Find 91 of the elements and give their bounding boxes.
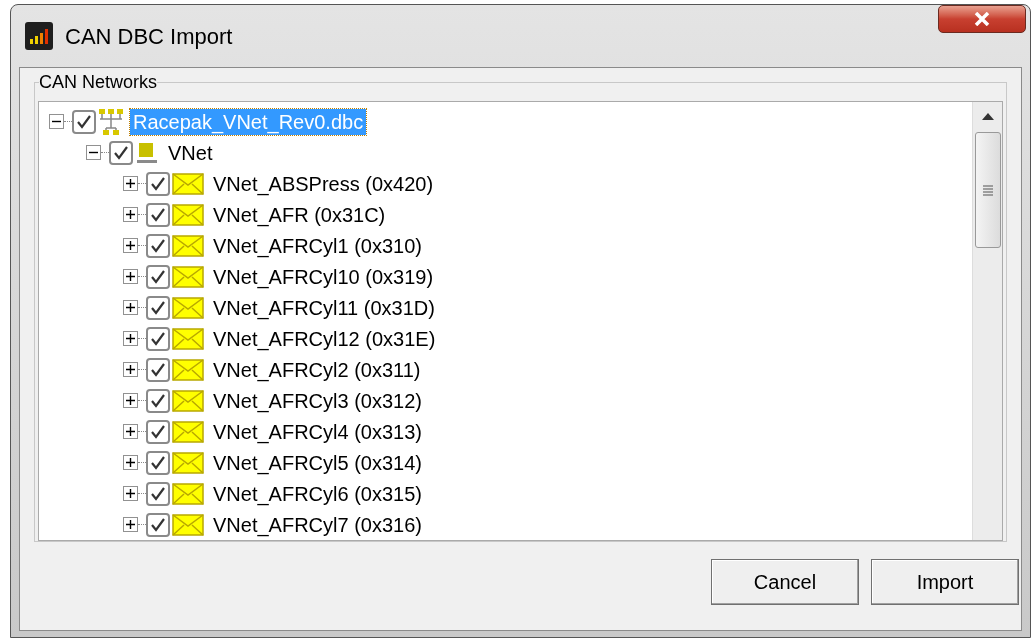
tree-checkbox[interactable] [146, 481, 170, 506]
envelope-icon [172, 172, 204, 195]
bar-chart-icon [25, 22, 53, 50]
checkmark-icon [150, 268, 166, 285]
plus-icon [126, 396, 135, 405]
envelope-icon [172, 420, 204, 443]
window-title: CAN DBC Import [65, 22, 233, 51]
expand-toggle[interactable] [123, 455, 138, 470]
checkmark-icon [150, 454, 166, 471]
tree-item[interactable]: VNet_AFR (0x31C) [210, 201, 389, 228]
expand-toggle[interactable] [123, 362, 138, 377]
plus-icon [126, 303, 135, 312]
expand-toggle[interactable] [123, 393, 138, 408]
envelope-icon [172, 451, 204, 474]
import-button[interactable]: Import [871, 559, 1019, 605]
plus-icon [126, 179, 135, 188]
checkmark-icon [150, 423, 166, 440]
tree-checkbox[interactable] [146, 233, 170, 258]
scroll-up-icon[interactable] [981, 112, 994, 120]
tree-item[interactable]: VNet_AFRCyl5 (0x314) [210, 449, 425, 476]
tree-item[interactable]: VNet_AFRCyl11 (0x31D) [210, 294, 438, 321]
expand-toggle[interactable] [123, 486, 138, 501]
envelope-icon [172, 358, 204, 381]
plus-icon [126, 458, 135, 467]
checkmark-icon [150, 237, 166, 254]
plus-icon [126, 272, 135, 281]
tree-checkbox[interactable] [146, 419, 170, 444]
expand-toggle[interactable] [123, 238, 138, 253]
scrollbar[interactable] [972, 102, 1002, 540]
plus-icon [126, 427, 135, 436]
computer-icon [135, 140, 159, 165]
tree-item[interactable]: VNet_AFRCyl6 (0x315) [210, 480, 425, 507]
scroll-thumb[interactable] [974, 132, 1001, 248]
tree-item[interactable]: VNet_AFRCyl12 (0x31E) [210, 325, 439, 352]
checkmark-icon [150, 330, 166, 347]
tree-item[interactable]: VNet_AFRCyl10 (0x319) [210, 263, 437, 290]
checkmark-icon [150, 516, 166, 533]
checkmark-icon [150, 392, 166, 409]
plus-icon [126, 241, 135, 250]
checkmark-icon [76, 113, 92, 130]
tree-item[interactable]: VNet_AFRCyl3 (0x312) [210, 387, 425, 414]
cancel-button[interactable]: Cancel [711, 559, 859, 605]
tree-checkbox[interactable] [146, 512, 170, 537]
envelope-icon [172, 513, 204, 536]
tree-checkbox[interactable] [72, 109, 96, 134]
close-button[interactable] [938, 5, 1026, 33]
tree-checkbox[interactable] [146, 357, 170, 382]
plus-icon [126, 520, 135, 529]
checkmark-icon [150, 206, 166, 223]
tree-checkbox[interactable] [146, 388, 170, 413]
plus-icon [126, 334, 135, 343]
checkmark-icon [150, 485, 166, 502]
tree-checkbox[interactable] [109, 140, 133, 165]
expand-toggle[interactable] [123, 207, 138, 222]
envelope-icon [172, 296, 204, 319]
expand-toggle[interactable] [123, 517, 138, 532]
tree-item[interactable]: VNet_AFRCyl1 (0x310) [210, 232, 425, 259]
checkmark-icon [150, 175, 166, 192]
envelope-icon [172, 389, 204, 412]
tree-item[interactable]: VNet_AFRCyl7 (0x316) [210, 511, 425, 538]
checkmark-icon [150, 361, 166, 378]
envelope-icon [172, 234, 204, 257]
tree-checkbox[interactable] [146, 264, 170, 289]
plus-icon [126, 489, 135, 498]
tree-item[interactable]: VNet_AFRCyl4 (0x313) [210, 418, 425, 445]
envelope-icon [172, 482, 204, 505]
tree-item[interactable]: VNet [165, 139, 216, 166]
collapse-toggle[interactable] [86, 145, 101, 160]
tree-checkbox[interactable] [146, 202, 170, 227]
close-icon [974, 12, 990, 26]
expand-toggle[interactable] [123, 176, 138, 191]
tree-checkbox[interactable] [146, 450, 170, 475]
collapse-toggle[interactable] [49, 114, 64, 129]
tree-checkbox[interactable] [146, 171, 170, 196]
envelope-icon [172, 327, 204, 350]
envelope-icon [172, 265, 204, 288]
expand-toggle[interactable] [123, 331, 138, 346]
expand-toggle[interactable] [123, 269, 138, 284]
network-tree-icon [98, 107, 124, 136]
tree-checkbox[interactable] [146, 326, 170, 351]
checkmark-icon [150, 299, 166, 316]
tree-item[interactable]: VNet_AFRCyl2 (0x311) [210, 356, 424, 383]
grip-icon [982, 184, 993, 196]
expand-toggle[interactable] [123, 300, 138, 315]
tree-checkbox[interactable] [146, 295, 170, 320]
plus-icon [126, 210, 135, 219]
tree-item[interactable]: VNet_ABSPress (0x420) [210, 170, 437, 197]
envelope-icon [172, 203, 204, 226]
checkmark-icon [113, 144, 129, 161]
plus-icon [126, 365, 135, 374]
expand-toggle[interactable] [123, 424, 138, 439]
